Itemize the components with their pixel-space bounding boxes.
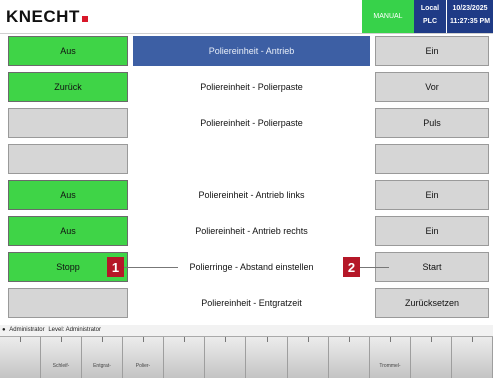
function-key-4[interactable]: Polier- bbox=[123, 337, 164, 378]
user-label: Administrator bbox=[9, 327, 45, 333]
level-label: Level: Administrator bbox=[48, 327, 102, 333]
function-key-tick bbox=[267, 337, 268, 342]
function-key-9[interactable] bbox=[329, 337, 370, 378]
function-key-label: Polier- bbox=[135, 363, 151, 369]
function-key-3[interactable]: Entgrat- bbox=[82, 337, 123, 378]
left-button-row-8[interactable] bbox=[8, 288, 128, 318]
function-key-tick bbox=[472, 337, 473, 342]
function-key-10[interactable]: Trommel- bbox=[370, 337, 411, 378]
function-key-7[interactable] bbox=[247, 337, 288, 378]
datetime-status: 10/23/2025 11:27:35 PM bbox=[447, 0, 493, 33]
function-key-8[interactable] bbox=[288, 337, 329, 378]
logo-text: KNECHT bbox=[6, 7, 80, 26]
mode-badge: MANUAL bbox=[362, 0, 414, 33]
date-text: 10/23/2025 bbox=[452, 5, 488, 12]
function-label-row-1: Poliereinheit - Antrieb bbox=[133, 36, 370, 66]
function-key-tick bbox=[102, 337, 103, 342]
left-button-row-6[interactable]: Aus bbox=[8, 216, 128, 246]
left-button-row-3[interactable] bbox=[8, 108, 128, 138]
function-label-row-2: Poliereinheit - Polierpaste bbox=[133, 72, 370, 102]
function-key-tick bbox=[225, 337, 226, 342]
location-value: PLC bbox=[423, 18, 437, 25]
function-label-row-4 bbox=[133, 144, 370, 174]
function-key-tick bbox=[184, 337, 185, 342]
function-key-5[interactable] bbox=[164, 337, 205, 378]
left-button-row-4[interactable] bbox=[8, 144, 128, 174]
function-label-row-8: Poliereinheit - Entgratzeit bbox=[133, 288, 370, 318]
right-button-row-8[interactable]: Zurücksetzen bbox=[375, 288, 489, 318]
right-button-row-3[interactable]: Puls bbox=[375, 108, 489, 138]
right-button-row-5[interactable]: Ein bbox=[375, 180, 489, 210]
callout-marker-2: 2 bbox=[343, 257, 360, 277]
right-button-row-2[interactable]: Vor bbox=[375, 72, 489, 102]
function-key-tick bbox=[390, 337, 391, 342]
function-key-tick bbox=[61, 337, 62, 342]
knecht-logo: KNECHT bbox=[6, 7, 88, 27]
function-label-row-3: Poliereinheit - Polierpaste bbox=[133, 108, 370, 138]
logo-red-square bbox=[81, 16, 88, 22]
header-bar: KNECHT MANUAL Local PLC 10/23/2025 11:27… bbox=[0, 0, 493, 34]
right-button-row-6[interactable]: Ein bbox=[375, 216, 489, 246]
time-text: 11:27:35 PM bbox=[449, 18, 491, 25]
function-key-bar: Schleif- Entgrat- Polier- Trommel- bbox=[0, 336, 493, 378]
function-key-11[interactable] bbox=[411, 337, 452, 378]
right-button-row-4[interactable] bbox=[375, 144, 489, 174]
function-key-label: Trommel- bbox=[379, 363, 401, 369]
right-button-row-1[interactable]: Ein bbox=[375, 36, 489, 66]
function-key-12[interactable] bbox=[452, 337, 493, 378]
function-key-label: Entgrat- bbox=[93, 363, 111, 369]
function-label-row-5: Poliereinheit - Antrieb links bbox=[133, 180, 370, 210]
location-status: Local PLC bbox=[414, 0, 446, 33]
function-key-2[interactable]: Schleif- bbox=[41, 337, 82, 378]
function-key-tick bbox=[143, 337, 144, 342]
function-key-1[interactable] bbox=[0, 337, 41, 378]
user-icon: ● bbox=[2, 327, 6, 333]
location-label: Local bbox=[420, 5, 440, 12]
left-button-row-2[interactable]: Zurück bbox=[8, 72, 128, 102]
function-key-tick bbox=[349, 337, 350, 342]
left-button-row-1[interactable]: Aus bbox=[8, 36, 128, 66]
function-key-label: Schleif- bbox=[52, 363, 70, 369]
callout-marker-1: 1 bbox=[107, 257, 124, 277]
control-grid: Aus Poliereinheit - Antrieb Ein Zurück Polie… bbox=[0, 34, 493, 324]
function-label-row-6: Poliereinheit - Antrieb rechts bbox=[133, 216, 370, 246]
function-key-tick bbox=[20, 337, 21, 342]
function-key-6[interactable] bbox=[205, 337, 246, 378]
callout-leader-2 bbox=[360, 267, 389, 268]
left-button-row-5[interactable]: Aus bbox=[8, 180, 128, 210]
right-button-row-7[interactable]: Start bbox=[375, 252, 489, 282]
function-key-tick bbox=[431, 337, 432, 342]
user-bar: ● Administrator Level: Administrator bbox=[0, 325, 493, 336]
function-key-tick bbox=[308, 337, 309, 342]
callout-leader-1 bbox=[124, 267, 178, 268]
